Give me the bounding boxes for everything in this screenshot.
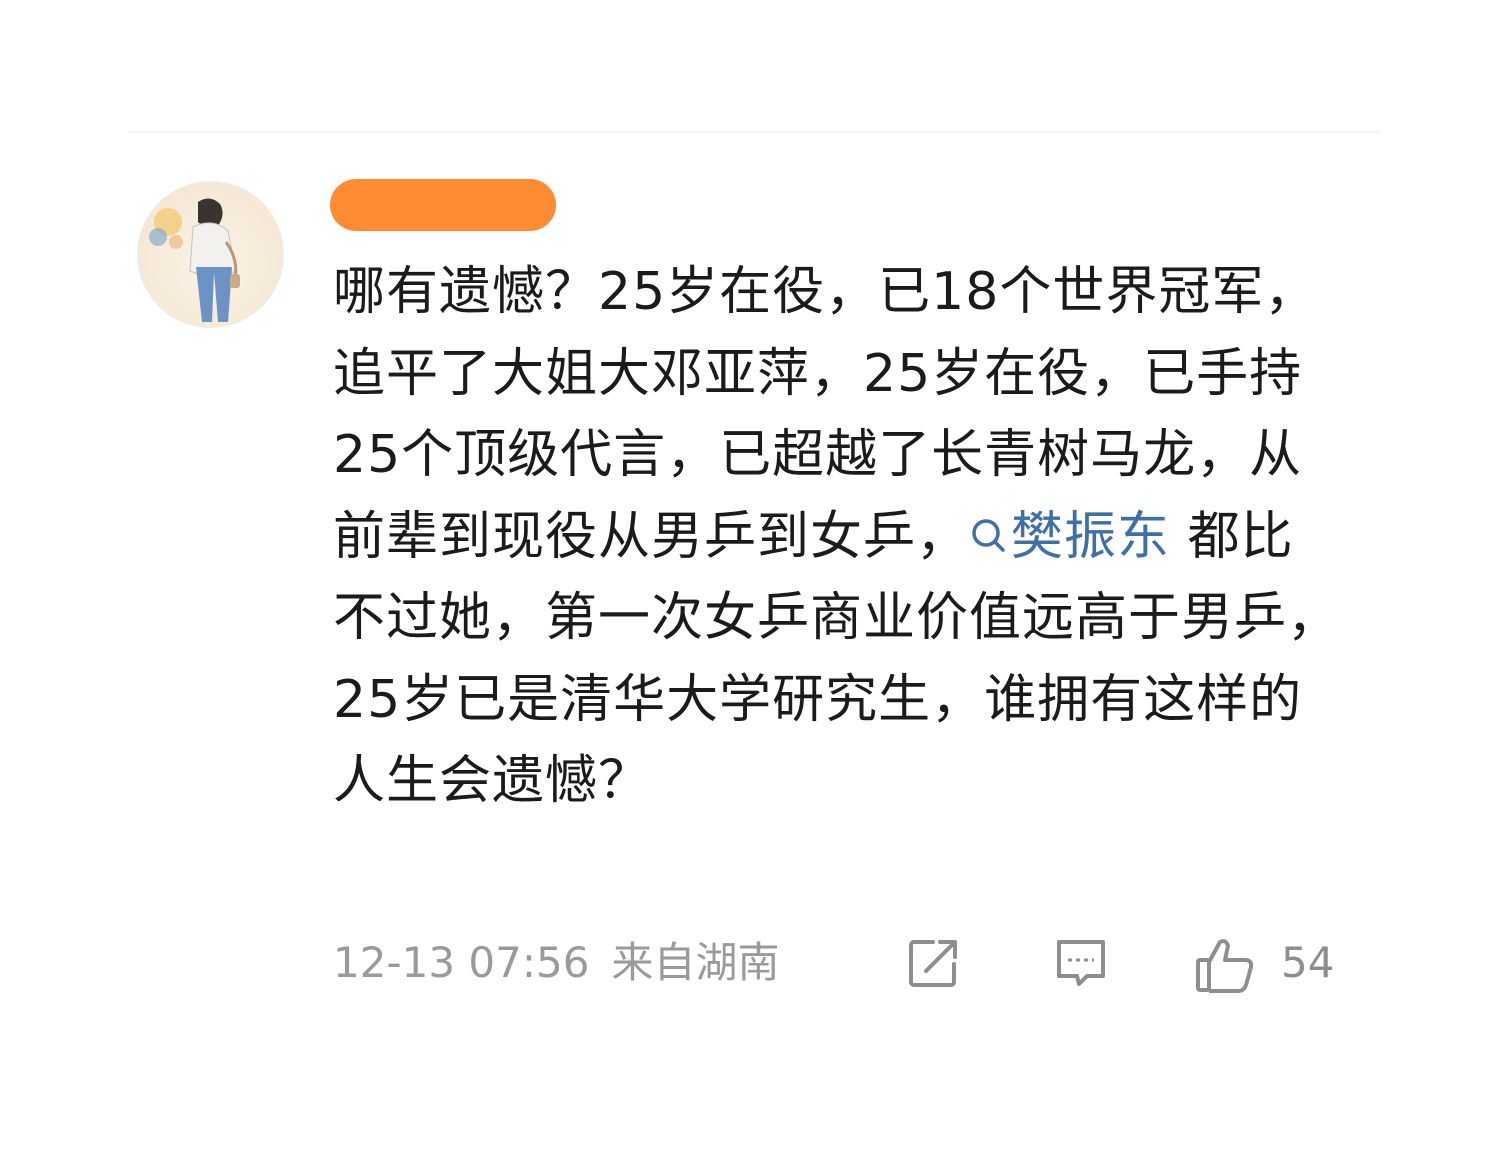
comment-text: 哪有遗憾？25岁在役，已18个世界冠军，追平了大姐大邓亚萍，25岁在役，已手持2… (333, 252, 1343, 823)
thumbs-up-icon (1196, 939, 1254, 993)
username-redacted[interactable] (330, 179, 556, 231)
like-count[interactable]: 54 (1281, 935, 1334, 991)
location-source: 来自湖南 (611, 938, 780, 987)
reply-icon (1057, 940, 1105, 986)
topic-link[interactable]: 樊振东 (969, 507, 1170, 567)
topic-link-label: 樊振东 (1011, 506, 1171, 567)
top-divider (128, 131, 1380, 133)
timestamp: 12-13 07:56 (333, 938, 590, 987)
like-button[interactable] (1193, 936, 1257, 993)
comment-text-part1: 哪有遗憾？25岁在役，已18个世界冠军，追平了大姐大邓亚萍，25岁在役，已手持2… (333, 262, 1318, 567)
reply-button[interactable] (1053, 936, 1109, 990)
share-icon (909, 940, 957, 987)
user-avatar[interactable] (137, 181, 284, 328)
search-icon (972, 518, 1005, 552)
comment-meta: 12-13 07:56 来自湖南 (333, 935, 779, 991)
share-button[interactable] (906, 936, 962, 990)
